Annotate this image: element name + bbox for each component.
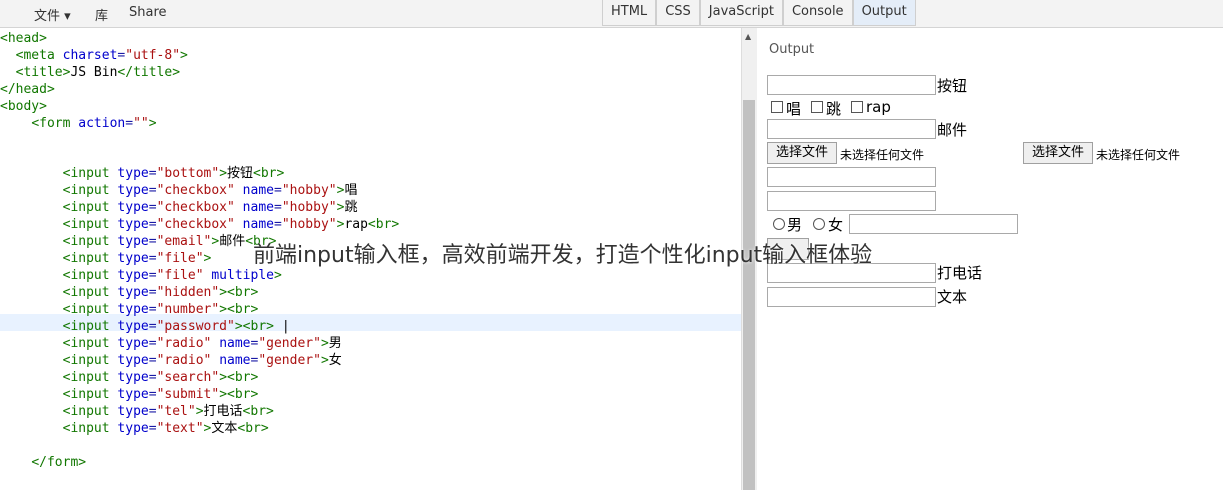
toolbar: 文件 ▾ 库 Share HTML CSS JavaScript Console… <box>0 0 1223 28</box>
checkbox-label-rap: rap <box>866 98 891 116</box>
code-line: <input type="email">邮件<br> <box>62 234 277 249</box>
code-line: <input type="file" multiple> <box>62 268 282 283</box>
number-input[interactable] <box>767 167 936 187</box>
tab-javascript[interactable]: JavaScript <box>699 0 783 26</box>
code-line: <input type="checkbox" name="hobby">跳 <box>62 200 358 215</box>
tel-label: 打电话 <box>937 264 983 282</box>
code-line: <input type="search"><br> <box>62 370 259 385</box>
radio-male[interactable] <box>773 218 785 230</box>
checkbox-label-jump: 跳 <box>826 100 842 118</box>
radio-female[interactable] <box>813 218 825 230</box>
tab-output[interactable]: Output <box>852 0 916 26</box>
output-title: Output <box>769 42 815 57</box>
file-menu[interactable]: 文件 ▾ <box>34 5 71 24</box>
watermark-caption: 前端input输入框，高效前端开发，打造个性化input输入框体验 <box>253 243 873 268</box>
scroll-up-icon[interactable]: ▲ <box>745 32 751 41</box>
file-status: 未选择任何文件 <box>840 148 925 162</box>
share-menu[interactable]: Share <box>129 5 167 20</box>
email-input[interactable] <box>767 119 936 139</box>
library-menu[interactable]: 库 <box>95 5 108 24</box>
scrollbar-thumb[interactable] <box>743 100 755 490</box>
multi-file-status: 未选择任何文件 <box>1096 148 1181 162</box>
code-line: <form action=""> <box>31 116 157 131</box>
code-line: <meta charset="utf-8"> <box>15 48 188 63</box>
tab-html[interactable]: HTML <box>602 0 657 26</box>
code-line: <title>JS Bin</title> <box>15 65 181 80</box>
checkbox-sing[interactable] <box>771 101 783 113</box>
choose-files-button[interactable]: 选择文件 <box>1023 142 1093 164</box>
code-line: </head> <box>0 82 55 97</box>
checkbox-label-sing: 唱 <box>786 100 802 118</box>
radio-label-male: 男 <box>787 216 803 234</box>
code-line: </form> <box>31 455 87 470</box>
tab-css[interactable]: CSS <box>656 0 700 26</box>
checkbox-rap[interactable] <box>851 101 863 113</box>
code-line: <input type="bottom">按钮<br> <box>62 166 285 181</box>
code-line: <input type="tel">打电话<br> <box>62 404 274 419</box>
tab-console[interactable]: Console <box>782 0 853 26</box>
text-input[interactable] <box>767 75 936 95</box>
text-field[interactable] <box>767 287 936 307</box>
code-line: <input type="submit"><br> <box>62 387 259 402</box>
code-line: <input type="radio" name="gender">女 <box>62 353 342 368</box>
button-label: 按钮 <box>937 77 968 95</box>
code-line: <input type="hidden"><br> <box>62 285 259 300</box>
code-line: <input type="file"> <box>62 251 212 266</box>
code-line: <input type="number"><br> <box>62 302 259 317</box>
search-input[interactable] <box>849 214 1018 234</box>
code-line: <input type="checkbox" name="hobby">唱 <box>62 183 358 198</box>
code-line: <input type="text">文本<br> <box>62 421 269 436</box>
radio-label-female: 女 <box>828 216 844 234</box>
choose-file-button[interactable]: 选择文件 <box>767 142 837 164</box>
code-line: <input type="password"><br> | <box>62 319 290 334</box>
password-input[interactable] <box>767 191 936 211</box>
code-line: <input type="radio" name="gender">男 <box>62 336 342 351</box>
text-label: 文本 <box>937 288 968 306</box>
checkbox-jump[interactable] <box>811 101 823 113</box>
code-line: <body> <box>0 99 47 114</box>
code-line: <head> <box>0 31 47 46</box>
email-label: 邮件 <box>937 121 968 139</box>
panel-tabs: HTML CSS JavaScript Console Output <box>602 0 916 26</box>
code-line: <input type="checkbox" name="hobby">rap<… <box>62 217 400 232</box>
